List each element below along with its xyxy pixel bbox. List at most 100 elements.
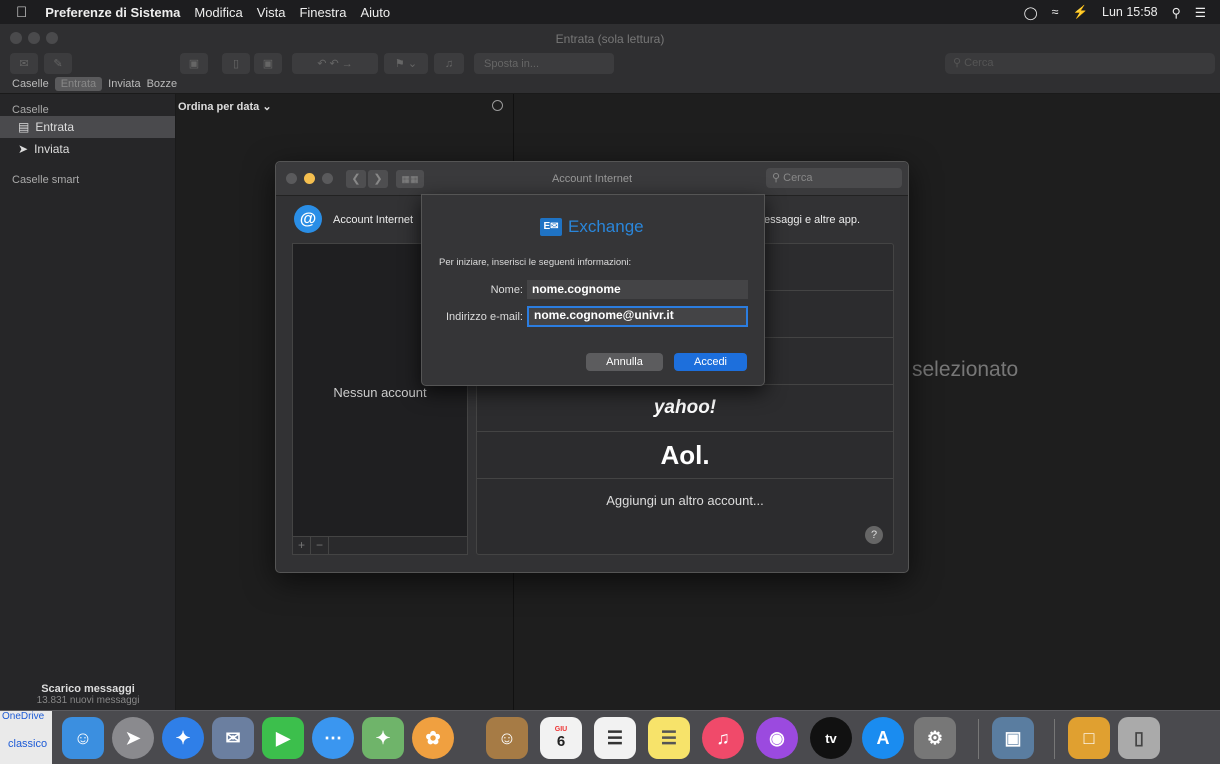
classico-label: classico — [8, 738, 48, 750]
photos-icon[interactable]: ✿ — [412, 717, 454, 759]
mail-search-placeholder: Cerca — [964, 57, 994, 69]
no-accounts-label: Nessun account — [333, 385, 427, 400]
apple-tv-icon[interactable]: tv — [810, 717, 852, 759]
mail-search-input[interactable]: ⚲ Cerca — [945, 53, 1215, 74]
cancel-button[interactable]: Annulla — [586, 353, 663, 371]
favorites-bar: Caselle Entrata Inviata Bozze — [0, 74, 1220, 94]
dock: OneDrive classico ☺ ➤ ✦ ✉ ▶ ⋯ ✦ ✿ ☺ GIU 6… — [0, 710, 1220, 764]
sidebar-item-label: Inviata — [34, 142, 70, 156]
podcasts-icon[interactable]: ◉ — [756, 717, 798, 759]
prefs-titlebar: ❮ ❯ ▦▦ Account Internet ⚲ Cerca — [276, 162, 908, 196]
favorite-inbox[interactable]: Entrata — [54, 77, 103, 91]
spotlight-icon[interactable]: ⚲ — [1172, 5, 1181, 20]
finder-icon[interactable]: ☺ — [62, 717, 104, 759]
remove-account-icon[interactable]: − — [311, 537, 329, 554]
at-sign-icon: @ — [294, 205, 322, 233]
name-label: Nome: — [490, 284, 523, 296]
battery-icon[interactable]: ⚡ — [1072, 5, 1088, 20]
onedrive-window-snippet: OneDrive classico — [0, 711, 52, 764]
email-field[interactable]: nome.cognome@univr.it — [527, 306, 748, 327]
sidebar-item-sent[interactable]: ➤ Inviata — [0, 138, 175, 160]
no-selection-message: selezionato — [912, 358, 1019, 381]
trash-icon[interactable]: ▯ — [222, 53, 250, 74]
clock[interactable]: Lun 15:58 — [1102, 5, 1158, 19]
prefs-search-placeholder: Cerca — [783, 172, 813, 184]
calendar-icon[interactable]: GIU 6 — [540, 717, 582, 759]
add-account-icon[interactable]: + — [293, 537, 311, 554]
preview-icon[interactable]: ▣ — [992, 717, 1034, 759]
download-status-title: Scarico messaggi — [41, 683, 135, 695]
sidebar-item-label: Entrata — [35, 120, 75, 134]
launchpad-icon[interactable]: ➤ — [112, 717, 154, 759]
email-label: Indirizzo e-mail: — [445, 311, 523, 323]
favorite-drafts[interactable]: Bozze — [147, 78, 178, 90]
sidebar-item-inbox[interactable]: ▤ Entrata — [0, 116, 175, 138]
trash-bin-icon[interactable]: ▯ — [1118, 717, 1160, 759]
mailboxes-toggle[interactable]: Caselle — [12, 78, 49, 90]
safari-icon[interactable]: ✦ — [162, 717, 204, 759]
get-mail-icon[interactable]: ✉ — [10, 53, 38, 74]
exchange-logo-text: Exchange — [568, 217, 644, 236]
download-status: Scarico messaggi 13.831 nuovi messaggi — [0, 683, 176, 706]
menu-vista[interactable]: Vista — [257, 5, 286, 20]
prefs-search-input[interactable]: ⚲ Cerca — [766, 168, 902, 188]
time-machine-icon[interactable]: ◯ — [1024, 5, 1038, 20]
app-store-icon[interactable]: A — [862, 717, 904, 759]
calendar-month: GIU — [554, 726, 568, 733]
onedrive-label: OneDrive — [2, 711, 45, 722]
downloads-icon[interactable]: □ — [1068, 717, 1110, 759]
reply-buttons[interactable]: ↶ ↶ → — [292, 53, 378, 74]
mail-stamp-icon[interactable]: ✉ — [212, 717, 254, 759]
maps-icon[interactable]: ✦ — [362, 717, 404, 759]
add-other-account-label: Aggiungi un altro account... — [606, 493, 764, 508]
flag-icon[interactable]: ⚑ ⌄ — [384, 53, 428, 74]
smart-mailboxes-header: Caselle smart — [12, 174, 80, 186]
exchange-logo-icon: E✉ — [540, 218, 562, 236]
messages-icon[interactable]: ⋯ — [312, 717, 354, 759]
contacts-icon[interactable]: ☺ — [486, 717, 528, 759]
move-to-label: Sposta in... — [484, 57, 540, 70]
mute-icon[interactable]: ♫ — [434, 53, 464, 74]
notification-center-icon[interactable]: ☰ — [1195, 5, 1206, 20]
mailbox-sidebar: Caselle ▤ Entrata ➤ Inviata Caselle smart … — [0, 94, 176, 710]
facetime-icon[interactable]: ▶ — [262, 717, 304, 759]
menu-aiuto[interactable]: Aiuto — [360, 5, 390, 20]
sidebar-header: Caselle — [12, 104, 49, 116]
reminders-icon[interactable]: ☰ — [594, 717, 636, 759]
mail-window-title: Entrata (sola lettura) — [555, 32, 665, 46]
system-preferences-icon[interactable]: ⚙ — [914, 717, 956, 759]
exchange-sign-in-sheet: E✉ Exchange Per iniziare, inserisci le s… — [421, 194, 765, 386]
calendar-day: 6 — [556, 733, 566, 750]
move-to-button[interactable]: Sposta in... — [474, 53, 614, 74]
dock-separator — [978, 719, 979, 759]
wifi-icon[interactable]: ≈ — [1052, 5, 1059, 19]
notes-icon[interactable]: ☰ — [648, 717, 690, 759]
sort-by-date[interactable]: Ordina per data ⌄ — [176, 94, 513, 113]
name-field[interactable]: nome.cognome — [527, 280, 748, 299]
menu-bar:  Preferenze di Sistema Modifica Vista F… — [0, 0, 1220, 24]
inbox-icon: ▤ — [18, 120, 30, 134]
menu-app-name[interactable]: Preferenze di Sistema — [45, 5, 180, 20]
compose-icon[interactable]: ✎ — [44, 53, 72, 74]
accounts-header-description: essaggi e altre app. — [764, 214, 861, 226]
junk-icon[interactable]: ▣ — [254, 53, 282, 74]
menu-finestra[interactable]: Finestra — [299, 5, 346, 20]
provider-yahoo[interactable]: yahoo! — [477, 385, 893, 432]
music-icon[interactable]: ♫ — [702, 717, 744, 759]
favorite-sent[interactable]: Inviata — [108, 78, 140, 90]
download-status-count: 13.831 nuovi messaggi — [36, 695, 140, 706]
mail-toolbar: Entrata (sola lettura) ✉ ✎ ▣ ▯ ▣ ↶ ↶ → ⚑… — [0, 24, 1220, 94]
provider-aol[interactable]: Aol. — [477, 432, 893, 479]
menu-modifica[interactable]: Modifica — [194, 5, 242, 20]
paper-plane-icon: ➤ — [18, 142, 29, 156]
dock-separator — [1054, 719, 1055, 759]
sheet-intro: Per iniziare, inserisci le seguenti info… — [439, 257, 632, 268]
help-icon[interactable]: ? — [865, 526, 883, 544]
provider-other[interactable]: Aggiungi un altro account... — [477, 479, 893, 554]
accounts-list-toolbar: + − — [293, 536, 467, 554]
apple-icon[interactable]:  — [16, 4, 27, 21]
filter-icon[interactable] — [492, 100, 503, 111]
exchange-logo: E✉ Exchange — [540, 217, 644, 237]
sign-in-button[interactable]: Accedi — [674, 353, 747, 371]
archive-icon[interactable]: ▣ — [180, 53, 208, 74]
